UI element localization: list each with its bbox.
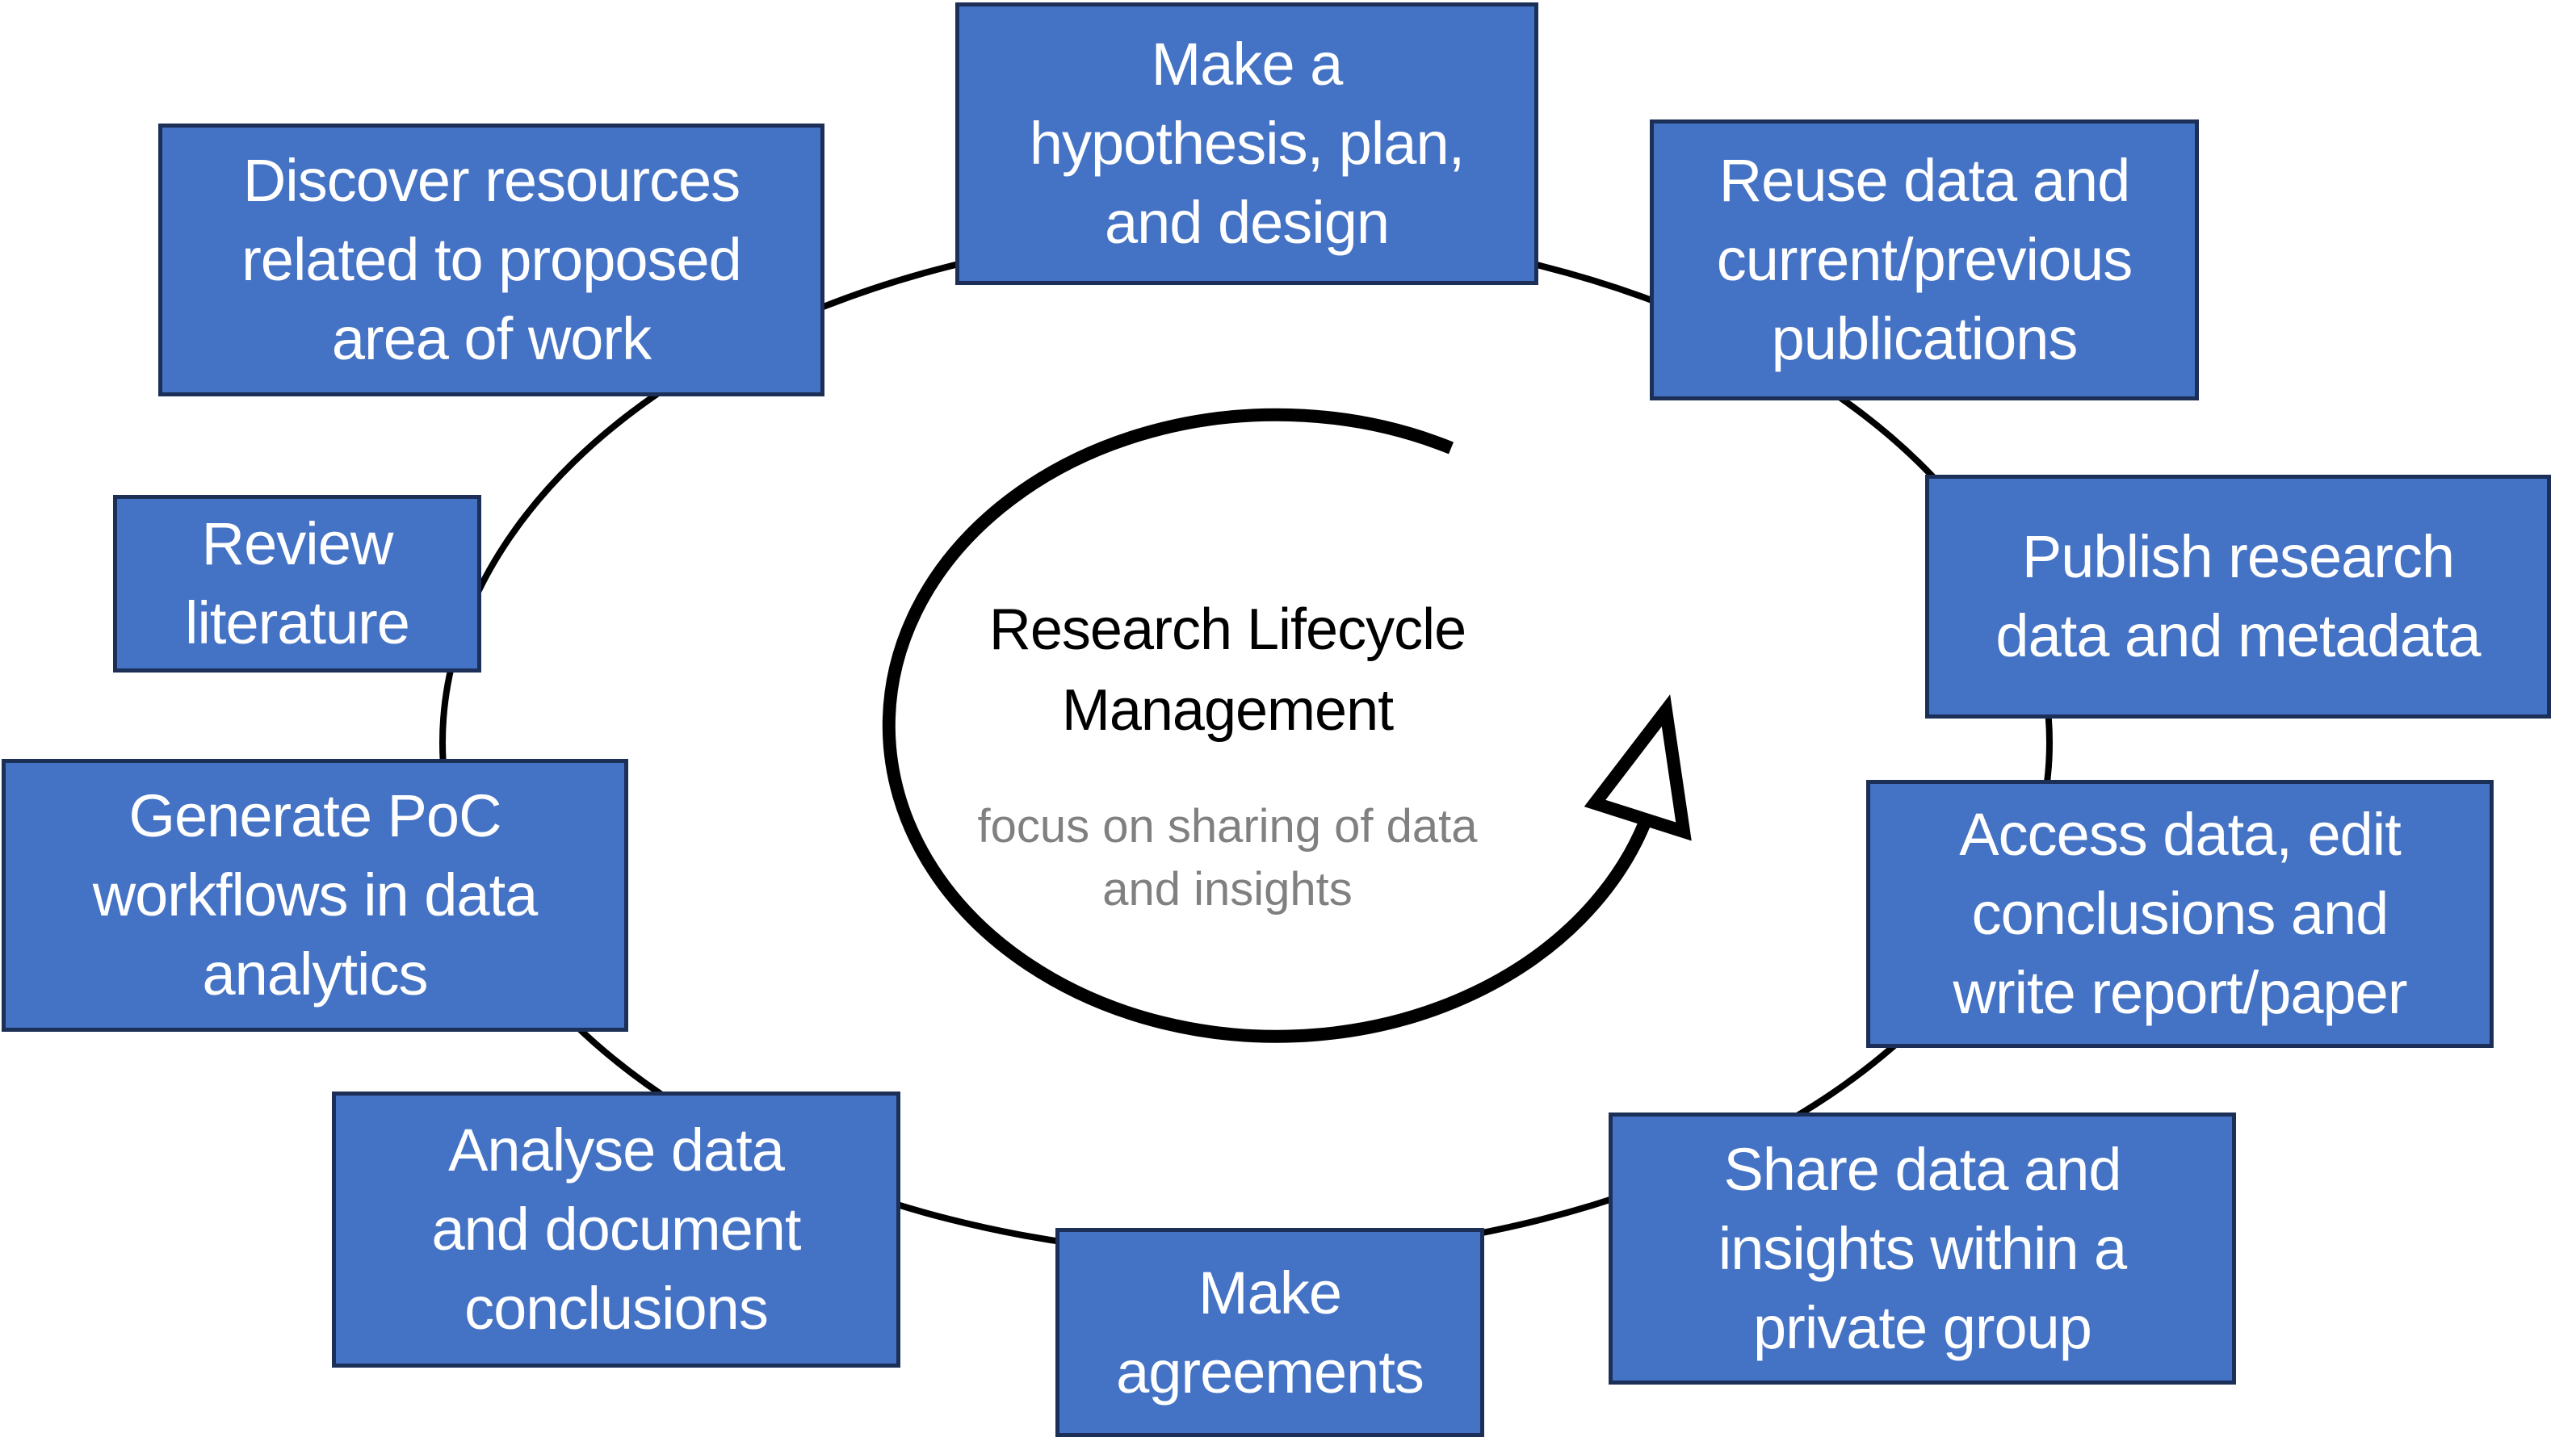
step-label: Analyse data and document conclusions bbox=[431, 1117, 801, 1342]
step-reuse: Reuse data and current/previous publicat… bbox=[1650, 119, 2199, 400]
step-label: Review literature bbox=[185, 510, 410, 656]
step-publish: Publish research data and metadata bbox=[1925, 475, 2551, 719]
step-hypothesis: Make a hypothesis, plan, and design bbox=[955, 2, 1538, 285]
step-agreements: Make agreements bbox=[1055, 1228, 1484, 1437]
step-label: Reuse data and current/previous publicat… bbox=[1716, 147, 2133, 372]
step-label: Publish research data and metadata bbox=[1995, 523, 2481, 669]
step-review: Review literature bbox=[113, 495, 481, 673]
step-label: Generate PoC workflows in data analytics bbox=[92, 782, 539, 1008]
step-label: Make agreements bbox=[1116, 1259, 1424, 1406]
cycle-arrowhead-icon bbox=[1584, 694, 1692, 841]
step-analyse: Analyse data and document conclusions bbox=[332, 1092, 900, 1368]
step-poc: Generate PoC workflows in data analytics bbox=[2, 759, 628, 1032]
step-share: Share data and insights within a private… bbox=[1609, 1112, 2236, 1385]
step-label: Access data, edit conclusions and write … bbox=[1953, 801, 2408, 1026]
step-label: Discover resources related to proposed a… bbox=[241, 147, 742, 372]
step-label: Make a hypothesis, plan, and design bbox=[1029, 31, 1465, 256]
diagram-subtitle: focus on sharing of data and insights bbox=[977, 800, 1478, 916]
step-discover: Discover resources related to proposed a… bbox=[158, 124, 824, 396]
step-access: Access data, edit conclusions and write … bbox=[1866, 780, 2494, 1048]
diagram-title: Research Lifecycle Management bbox=[988, 597, 1466, 743]
step-label: Share data and insights within a private… bbox=[1718, 1135, 2127, 1361]
